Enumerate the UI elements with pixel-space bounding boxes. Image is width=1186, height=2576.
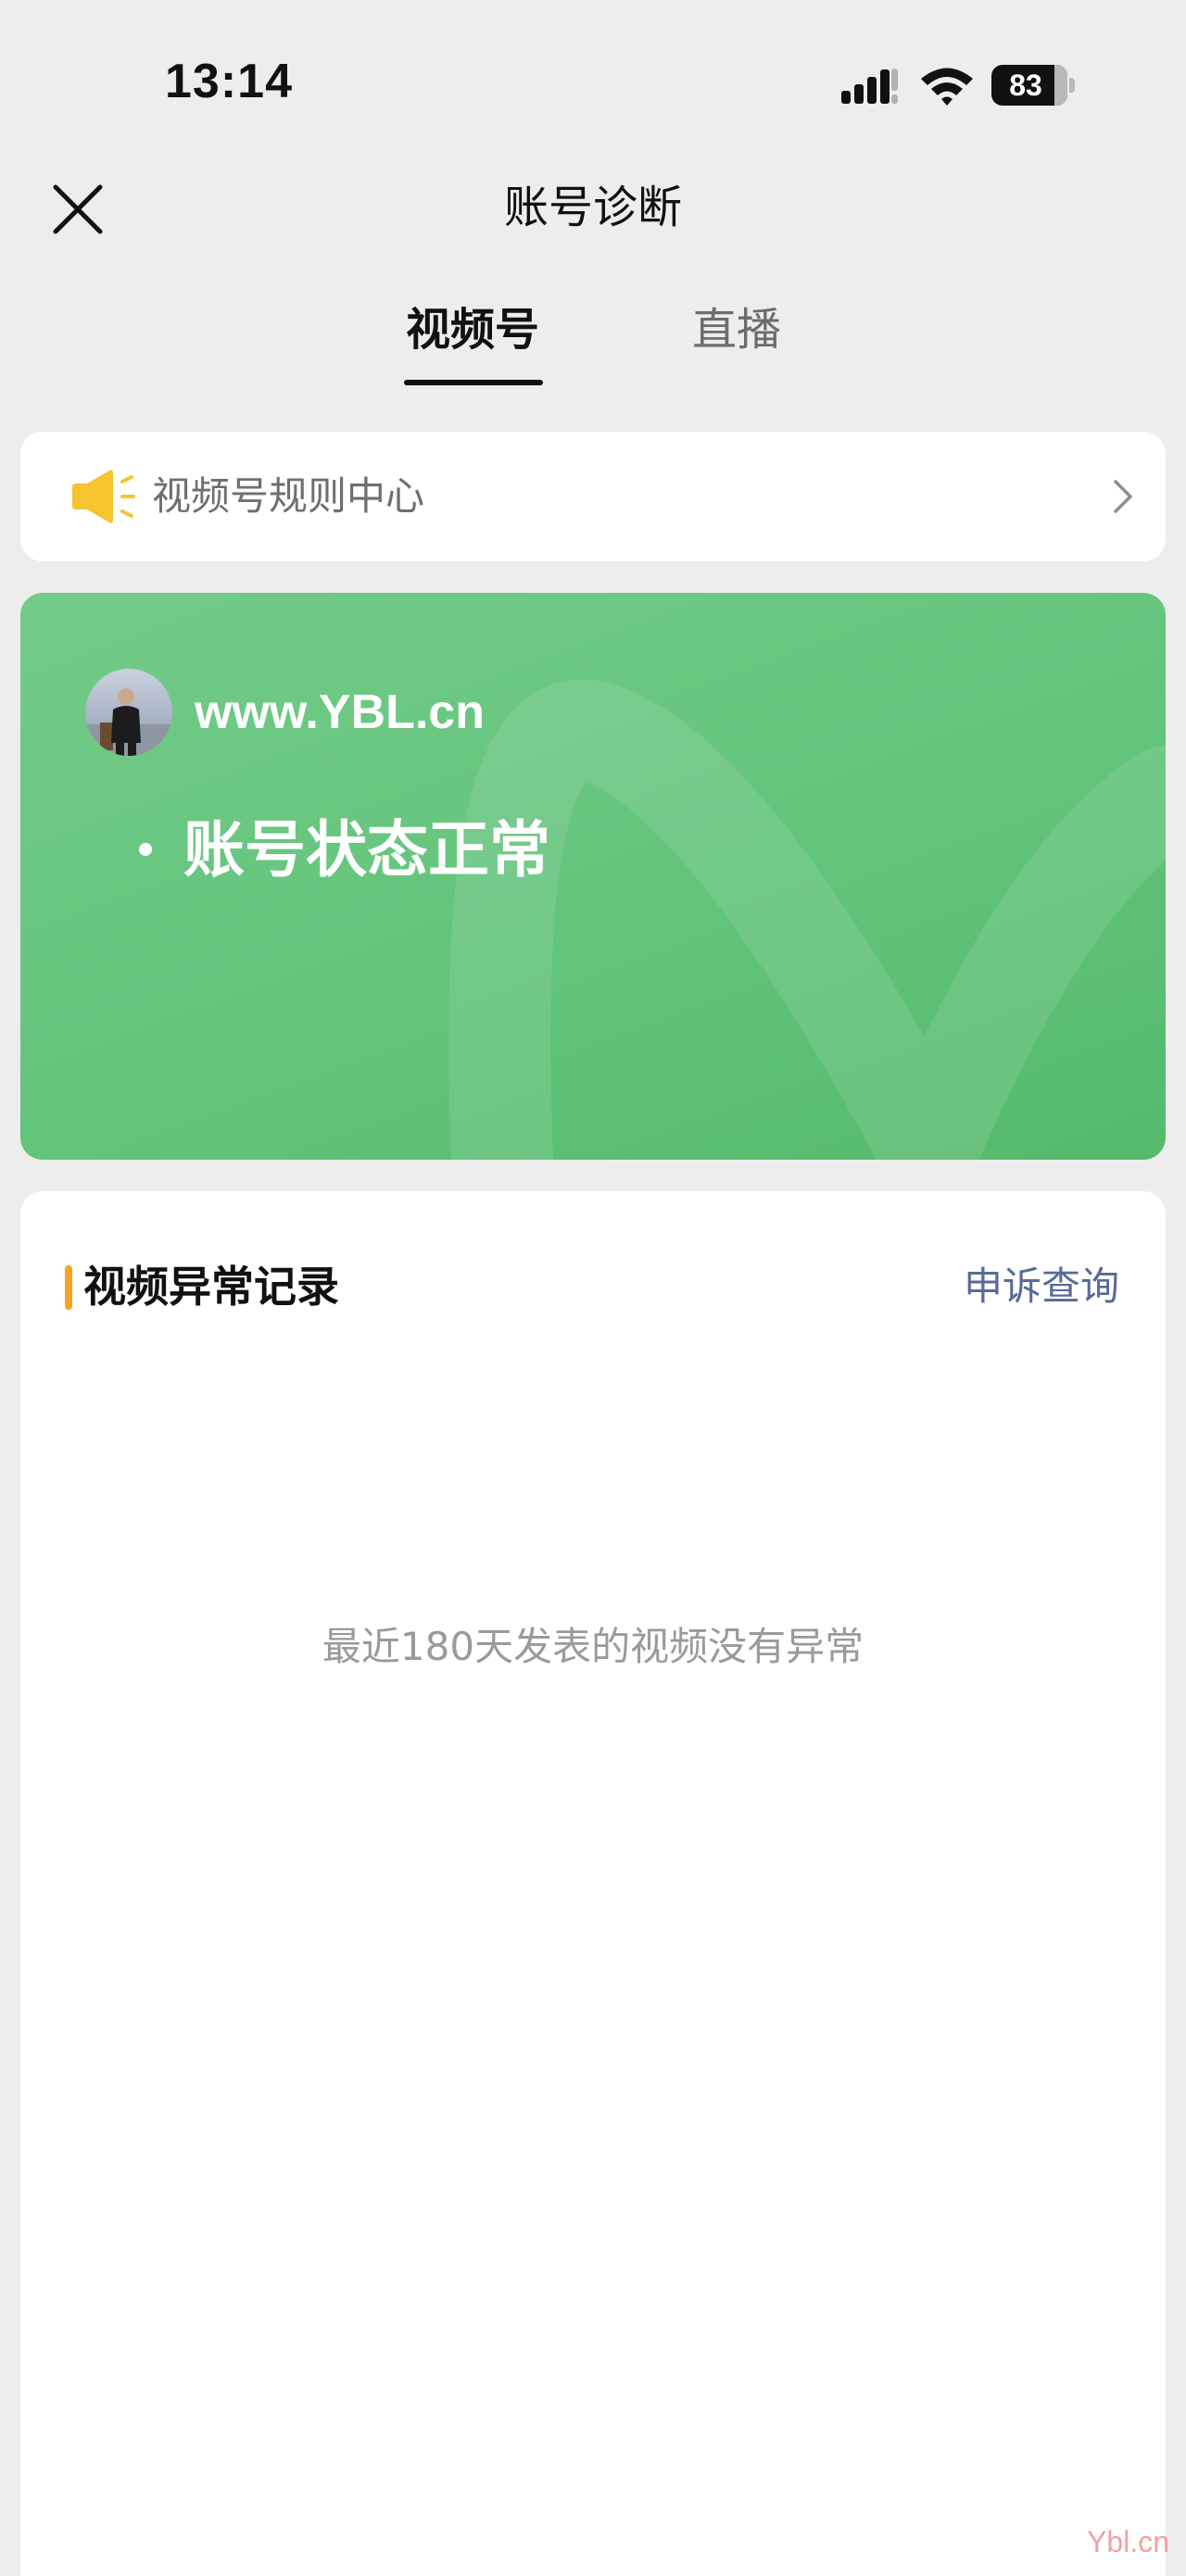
active-tab-indicator: [404, 380, 543, 385]
corner-watermark: Ybl.cn: [1087, 2525, 1169, 2558]
wifi-icon: [921, 68, 973, 106]
avatar-person-icon: [85, 688, 172, 756]
section-title: 视频异常记录: [83, 1262, 339, 1312]
speaker-icon: [72, 470, 135, 523]
rules-center-entry[interactable]: 视频号规则中心: [20, 432, 1166, 561]
chevron-right-icon: [1114, 480, 1132, 513]
status-bullet: [139, 843, 152, 856]
tab-channels[interactable]: 视频号: [398, 296, 547, 389]
abnormal-records-card: 视频异常记录 申诉查询 最近180天发表的视频没有异常: [20, 1191, 1166, 2576]
section-accent-bar: [65, 1265, 72, 1310]
avatar: [85, 669, 172, 756]
status-time: 13:14: [165, 55, 293, 108]
tab-live[interactable]: 直播: [676, 296, 797, 389]
account-diagnosis-page: 13:14 83 账号诊断 视频号 直播 视频号规则中心 www.YBL.cn …: [0, 0, 1186, 2576]
status-bar: 13:14 83: [0, 0, 1186, 167]
page-title: 账号诊断: [503, 182, 682, 233]
battery-level: 83: [1009, 69, 1042, 102]
battery-indicator: 83: [991, 65, 1075, 106]
account-status-card: www.YBL.cn 账号状态正常: [20, 593, 1166, 1160]
battery-cap: [1069, 78, 1075, 93]
empty-state-message: 最近180天发表的视频没有异常: [322, 1624, 864, 1669]
cellular-signal-icon: [841, 69, 898, 104]
account-status-text: 账号状态正常: [183, 814, 550, 886]
appeal-query-link[interactable]: 申诉查询: [964, 1256, 1119, 1317]
rules-center-label: 视频号规则中心: [152, 473, 425, 519]
account-name: www.YBL.cn: [195, 685, 485, 739]
battery-icon: 83: [991, 65, 1067, 106]
